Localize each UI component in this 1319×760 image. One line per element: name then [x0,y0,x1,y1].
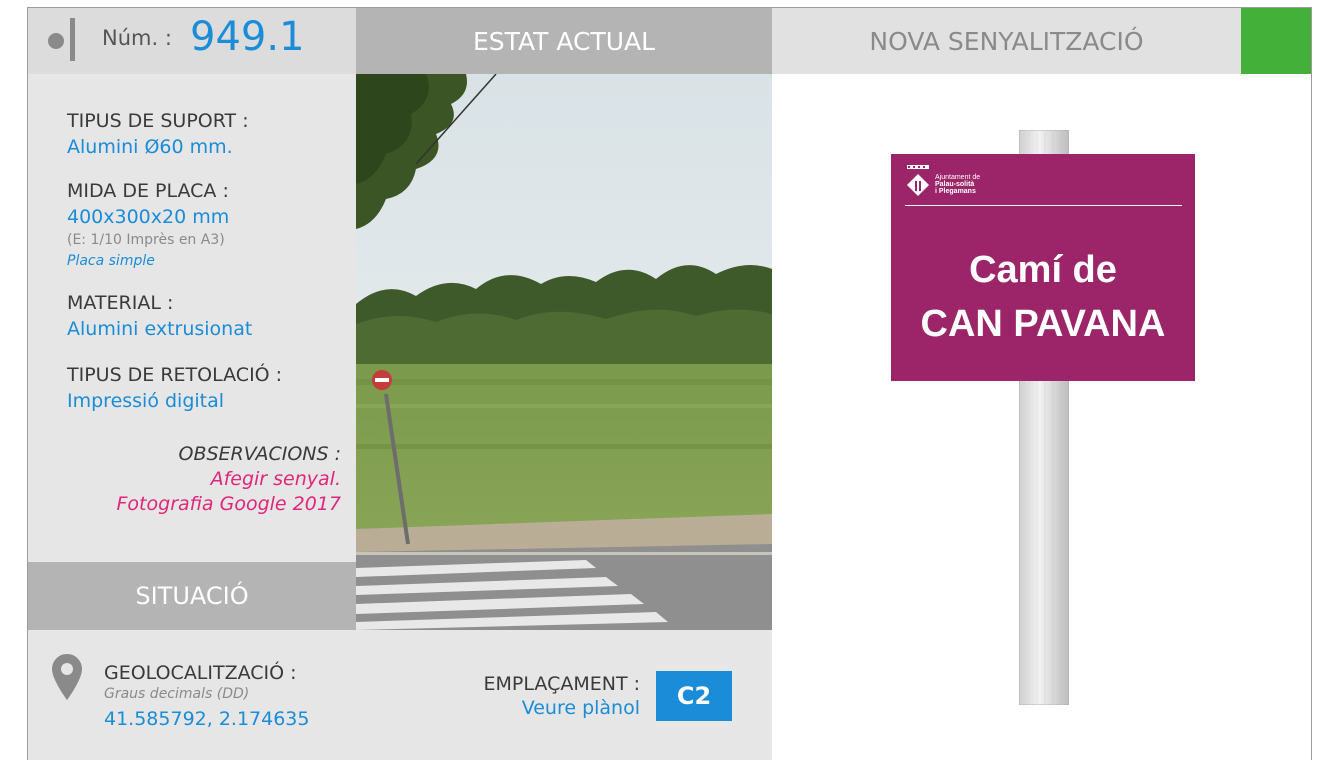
geolocation-label: GEOLOCALITZACIÓ : [104,662,297,684]
sign-line-2: CAN PAVANA [920,303,1166,345]
new-signage-header: NOVA SENYALITZACIÓ [772,8,1241,74]
current-state-header: ESTAT ACTUAL [356,8,772,74]
logo-line-2: Palau-solità [935,181,975,188]
lettering-type-value: Impressió digital [67,390,225,412]
placement-code-badge: C2 [656,671,732,721]
placement-block: EMPLAÇAMENT : Veure plànol [400,673,640,719]
logo-line-3: i Plegamans [935,188,976,195]
plate-type-note: Placa simple [67,253,155,269]
observations-line-1: Afegir senyal. [210,468,341,490]
plate-size-label: MIDA DE PLACA : [67,180,229,202]
sign-divider [905,205,1182,206]
material-value: Alumini extrusionat [67,318,253,340]
header-divider [70,18,75,61]
plate-size-value: 400x300x20 mm [67,206,230,228]
logo-line-1: Ajuntament de [935,174,981,181]
municipal-crest-icon [905,165,931,199]
material-label: MATERIAL : [67,292,174,314]
number-value: 949.1 [190,14,305,60]
placement-label: EMPLAÇAMENT : [483,673,640,695]
observations-line-2: Fotografia Google 2017 [116,493,342,515]
sign-text: Camí de CAN PAVANA [891,243,1195,351]
observations-block: OBSERVACIONS : Afegir senyal. Fotografia… [0,443,342,515]
location-section-title: SITUACIÓ [28,562,356,630]
plate-size-scale-note: (E: 1/10 Imprès en A3) [67,232,225,248]
municipality-logo-text: Ajuntament de Palau-solità i Plegamans [935,174,980,195]
number-label: Núm. : [102,26,172,50]
status-indicator [1241,8,1311,74]
observations-label: OBSERVACIONS : [178,443,341,465]
record-dot-icon [48,33,64,49]
support-type-value: Alumini Ø60 mm. [67,136,233,158]
current-state-photo [356,74,772,630]
geolocation-value: 41.585792, 2.174635 [104,708,310,730]
geolocation-format-note: Graus decimals (DD) [104,686,250,702]
lettering-type-label: TIPUS DE RETOLACIÓ : [67,364,283,386]
sign-line-1: Camí de [969,249,1117,291]
placement-value[interactable]: Veure plànol [400,697,640,719]
support-type-label: TIPUS DE SUPORT : [67,110,249,132]
map-pin-icon [52,654,82,700]
